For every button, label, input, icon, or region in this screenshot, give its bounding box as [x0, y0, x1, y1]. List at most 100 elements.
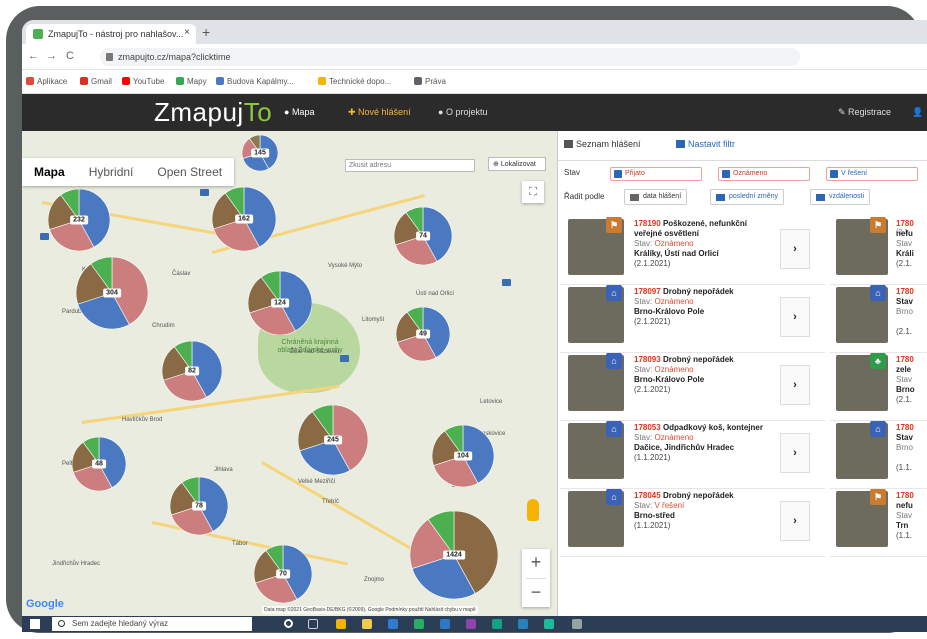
report-id[interactable]: 178053	[634, 423, 661, 432]
report-id[interactable]: 1780	[896, 287, 914, 296]
status-checkbox-v-reseni[interactable]: V řešení	[826, 167, 918, 181]
report-cluster-marker[interactable]: 1424	[409, 510, 499, 600]
nav-o-projektu[interactable]: ● O projektu	[438, 107, 487, 117]
report-cluster-marker[interactable]: 74	[393, 206, 453, 266]
sort-by-distance[interactable]: vzdálenosti	[810, 189, 871, 205]
taskbar-search[interactable]: Sem zadejte hledaný výraz	[52, 617, 252, 631]
teams-icon[interactable]	[466, 619, 476, 629]
report-title[interactable]: Drobný nepořádek	[663, 491, 734, 500]
open-report-button[interactable]: ›	[780, 365, 810, 405]
outlook-icon[interactable]	[518, 619, 528, 629]
chrome-taskbar-icon[interactable]	[336, 619, 346, 629]
report-card[interactable]: ⌂ 178097 Drobný nepořádek Stav: Oznámeno Br…	[560, 283, 825, 353]
report-id[interactable]: 1780	[896, 491, 914, 500]
file-explorer-icon[interactable]	[362, 619, 372, 629]
report-card[interactable]: ⌂ 178053 Odpadkový koš, kontejner Stav: Oz…	[560, 419, 825, 489]
report-cluster-marker[interactable]: 49	[395, 306, 451, 362]
task-view-icon[interactable]	[308, 619, 318, 629]
site-logo[interactable]: ZmapujTo	[154, 97, 272, 128]
bookmark-gmail[interactable]: Gmail	[80, 77, 112, 86]
report-card[interactable]: ⚑ 178190 Poškozené, nefunkční veřejné osv…	[560, 215, 825, 285]
edge-icon[interactable]	[492, 619, 502, 629]
report-id[interactable]: 178097	[634, 287, 661, 296]
close-tab-icon[interactable]: ×	[184, 27, 190, 38]
report-card-partial[interactable]: ♣ 1780 zele Stav Brno (2.1.	[830, 351, 927, 421]
user-icon[interactable]: 👤	[912, 107, 923, 118]
back-icon[interactable]: ←	[28, 50, 39, 62]
app-icon[interactable]	[572, 619, 582, 629]
map-type-openstreet[interactable]: Open Street	[145, 158, 234, 186]
report-card-partial[interactable]: ⚑ 1780 nefu Stav Králi (2.1.	[830, 215, 927, 285]
report-title[interactable]: Odpadkový koš, kontejner	[663, 423, 763, 432]
report-id[interactable]: 178093	[634, 355, 661, 364]
report-line: Trn	[896, 521, 909, 530]
fullscreen-icon[interactable]: ⛶	[522, 181, 544, 203]
town-label: Třebíč	[322, 499, 340, 505]
bookmark-prava[interactable]: Práva	[414, 77, 446, 86]
report-card-partial[interactable]: ⌂ 1780 Stav Brno (1.1.	[830, 419, 927, 489]
report-cluster-marker[interactable]: 124	[247, 270, 313, 336]
report-cluster-marker[interactable]: 104	[431, 424, 495, 488]
report-id[interactable]: 1780	[896, 355, 914, 364]
word-icon[interactable]	[440, 619, 450, 629]
open-report-button[interactable]: ›	[780, 297, 810, 337]
map-search-input[interactable]: Zkusit adresu	[345, 159, 475, 172]
report-cluster-marker[interactable]: 78	[169, 476, 229, 536]
reload-icon[interactable]: C	[66, 50, 74, 62]
status-checkbox-prijato[interactable]: Přijato	[610, 167, 702, 181]
open-report-button[interactable]: ›	[780, 501, 810, 541]
report-cluster-marker[interactable]: 232	[47, 188, 111, 252]
report-cluster-marker[interactable]: 48	[71, 436, 127, 492]
nav-mapa[interactable]: ● Mapa	[284, 107, 314, 117]
report-cluster-marker[interactable]: 70	[253, 544, 313, 604]
report-text: 178097 Drobný nepořádek Stav: Oznámeno Brn…	[634, 287, 774, 327]
report-cluster-marker[interactable]: 82	[161, 340, 223, 402]
url-field[interactable]: zmapujto.cz/mapa?clicktime	[100, 48, 800, 66]
report-id[interactable]: 1780	[896, 423, 914, 432]
map-type-mapa[interactable]: Mapa	[22, 158, 77, 186]
browser-tab[interactable]: ZmapujTo - nástroj pro nahlašov... ×	[26, 24, 196, 44]
open-report-button[interactable]: ›	[780, 433, 810, 473]
cortana-icon[interactable]	[284, 619, 293, 628]
report-id[interactable]: 178190	[634, 219, 661, 228]
report-card-partial[interactable]: ⚑ 1780 nefu Stav Trn (1.1.	[830, 487, 927, 557]
bookmark-maps[interactable]: Mapy	[176, 77, 207, 86]
tab-filter[interactable]: Nastavit filtr	[676, 139, 735, 149]
bookmark-apps[interactable]: Aplikace	[26, 77, 67, 86]
windows-start-icon[interactable]	[30, 619, 40, 629]
zoom-in-button[interactable]: +	[522, 549, 550, 578]
store-icon[interactable]	[544, 619, 554, 629]
report-id[interactable]: 1780	[896, 219, 914, 228]
report-id[interactable]: 178045	[634, 491, 661, 500]
tab-report-list[interactable]: Seznam hlášení	[564, 139, 641, 149]
panel-tabs: Seznam hlášení Nastavit filtr	[558, 131, 927, 161]
bookmark-youtube[interactable]: YouTube	[122, 77, 164, 86]
nav-registrace[interactable]: ✎ Registrace	[838, 107, 891, 118]
forward-icon[interactable]: →	[46, 50, 57, 62]
report-cluster-marker[interactable]: 304	[75, 256, 149, 330]
locate-button[interactable]: ⊕ Lokalizovat	[488, 157, 546, 171]
report-card[interactable]: ⌂ 178093 Drobný nepořádek Stav: Oznámeno Br…	[560, 351, 825, 421]
report-card-partial[interactable]: ⌂ 1780 Stav Brno (2.1.	[830, 283, 927, 353]
new-tab-button[interactable]: +	[202, 24, 210, 40]
map-attribution[interactable]: Data map ©2021 GeoBasis-DE/BKG (©2009), …	[262, 606, 478, 614]
mail-icon[interactable]	[388, 619, 398, 629]
map-type-hybrid[interactable]: Hybridní	[77, 158, 146, 186]
report-cluster-marker[interactable]: 162	[211, 186, 277, 252]
open-report-button[interactable]: ›	[780, 229, 810, 269]
status-checkbox-oznameno[interactable]: Oznámeno	[718, 167, 810, 181]
report-cluster-marker[interactable]: 145	[241, 134, 279, 172]
map-canvas[interactable]: Chráněná krajinná oblast Žďárské vrchy K…	[22, 131, 557, 616]
bookmark-budova[interactable]: Budova Kapálmy...	[216, 77, 294, 86]
sort-by-date[interactable]: data hlášení	[624, 189, 688, 205]
report-card[interactable]: ⌂ 178045 Drobný nepořádek Stav: V řešení Br…	[560, 487, 825, 557]
bookmark-technicke[interactable]: Technické dopo...	[318, 77, 391, 86]
report-title[interactable]: Drobný nepořádek	[663, 355, 734, 364]
report-cluster-marker[interactable]: 245	[297, 404, 369, 476]
zoom-out-button[interactable]: −	[522, 579, 550, 608]
street-view-pegman-icon[interactable]	[527, 499, 539, 521]
nav-nove-hlaseni[interactable]: ✚ Nové hlášení	[348, 107, 411, 118]
sort-by-last-change[interactable]: poslední změny	[710, 189, 785, 205]
report-title[interactable]: Drobný nepořádek	[663, 287, 734, 296]
excel-icon[interactable]	[414, 619, 424, 629]
